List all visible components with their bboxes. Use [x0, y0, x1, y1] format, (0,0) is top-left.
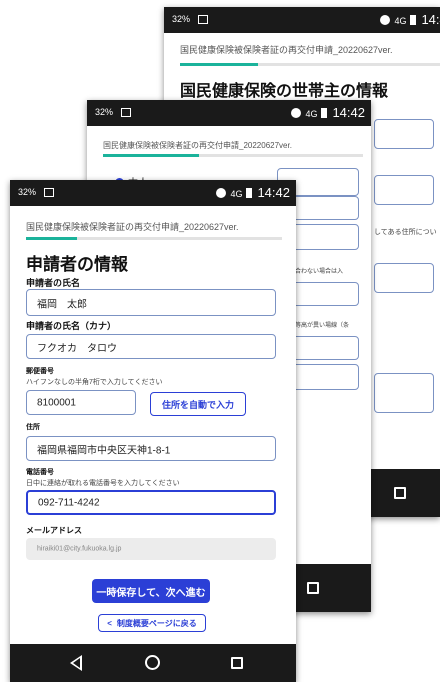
battery-icon	[410, 15, 417, 25]
postal-value: 8100001	[37, 397, 76, 408]
phone-input[interactable]: 092-711-4242	[26, 490, 276, 515]
app-title: 国民健康保険被保険者証の再交付申請_20220627ver.	[103, 141, 292, 150]
email-value: hiraiki01@city.fukuoka.lg.jp	[37, 545, 122, 553]
hint-text: してある住所につい	[374, 229, 437, 236]
recents-nav-icon[interactable]	[231, 657, 243, 669]
clock: 14:42	[332, 105, 365, 120]
progress-bar	[26, 237, 282, 240]
progress-fill	[103, 154, 200, 157]
address-value: 福岡県福岡市中央区天神1-8-1	[37, 445, 171, 456]
battery-icon	[246, 188, 253, 198]
text-field[interactable]	[374, 263, 434, 293]
name-input[interactable]: 福岡 太郎	[26, 289, 276, 316]
phone-hint: 日中に連絡が取れる電話番号を入力してください	[26, 480, 180, 487]
name-label: 申請者の氏名	[26, 278, 81, 288]
app-title: 国民健康保険被保険者証の再交付申請_20220627ver.	[180, 45, 393, 55]
clock: 14:42	[421, 12, 440, 27]
back-nav-icon[interactable]	[70, 655, 82, 671]
postal-label: 郵便番号	[26, 368, 54, 375]
phone-value: 092-711-4242	[38, 497, 100, 508]
address-label: 住所	[26, 424, 40, 431]
battery-percent: 32%	[18, 187, 37, 197]
front-phone-screen: 32% 4G 14:42 国民健康保険被保険者証の再交付申請_20220627ve…	[10, 180, 296, 682]
page-heading: 申請者の情報	[26, 255, 128, 274]
battery-icon	[321, 108, 328, 118]
navigation-bar	[10, 644, 296, 682]
postal-hint: ハイフンなしの半角7桁で入力してください	[26, 379, 163, 386]
progress-bar	[180, 63, 440, 66]
text-field[interactable]	[374, 373, 434, 413]
picture-icon	[121, 108, 131, 117]
kana-input[interactable]: フクオカ タロウ	[26, 334, 276, 359]
kana-value: フクオカ タロウ	[37, 343, 117, 354]
sync-icon	[216, 188, 227, 198]
progress-fill	[180, 63, 258, 66]
back-to-overview-button[interactable]: < 制度概要ページに戻る	[98, 614, 206, 632]
email-label: メールアドレス	[26, 526, 82, 535]
sync-icon	[291, 108, 302, 118]
picture-icon	[198, 15, 208, 24]
phone-label: 電話番号	[26, 469, 54, 476]
text-field[interactable]	[374, 175, 434, 205]
postal-input[interactable]: 8100001	[26, 390, 136, 415]
status-bar: 32% 4G 14:42	[87, 100, 371, 126]
save-and-next-button[interactable]: 一時保存して、次へ進む	[92, 579, 210, 603]
app-title: 国民健康保険被保険者証の再交付申請_20220627ver.	[26, 222, 239, 232]
name-value: 福岡 太郎	[37, 299, 87, 310]
email-field: hiraiki01@city.fukuoka.lg.jp	[26, 538, 276, 560]
hint-text: 等高が異い場線（条	[295, 323, 350, 329]
sync-icon	[380, 15, 391, 25]
signal-icon: 4G	[230, 189, 243, 199]
text-field[interactable]	[374, 119, 434, 149]
address-input[interactable]: 福岡県福岡市中央区天神1-8-1	[26, 436, 276, 461]
picture-icon	[44, 188, 54, 197]
page-heading: 国民健康保険の世帯主の情報	[180, 83, 389, 100]
status-bar: 32% 4G 14:42	[164, 7, 440, 33]
status-bar: 32% 4G 14:42	[10, 180, 296, 206]
signal-icon: 4G	[394, 16, 407, 26]
back-button-label: 制度概要ページに戻る	[116, 618, 197, 628]
autofill-address-button[interactable]: 住所を自動で入力	[150, 392, 246, 416]
clock: 14:42	[257, 185, 290, 200]
kana-label: 申請者の氏名（カナ）	[26, 321, 117, 331]
home-nav-icon[interactable]	[145, 655, 160, 670]
chevron-left-icon: <	[107, 618, 112, 628]
battery-percent: 32%	[172, 14, 191, 24]
hint-text: 合わない場合は入	[295, 269, 344, 275]
battery-percent: 32%	[95, 107, 114, 117]
progress-bar	[103, 154, 363, 157]
signal-icon: 4G	[305, 109, 318, 119]
recents-nav-icon[interactable]	[394, 487, 406, 499]
recents-nav-icon[interactable]	[307, 582, 319, 594]
progress-fill	[26, 237, 78, 240]
